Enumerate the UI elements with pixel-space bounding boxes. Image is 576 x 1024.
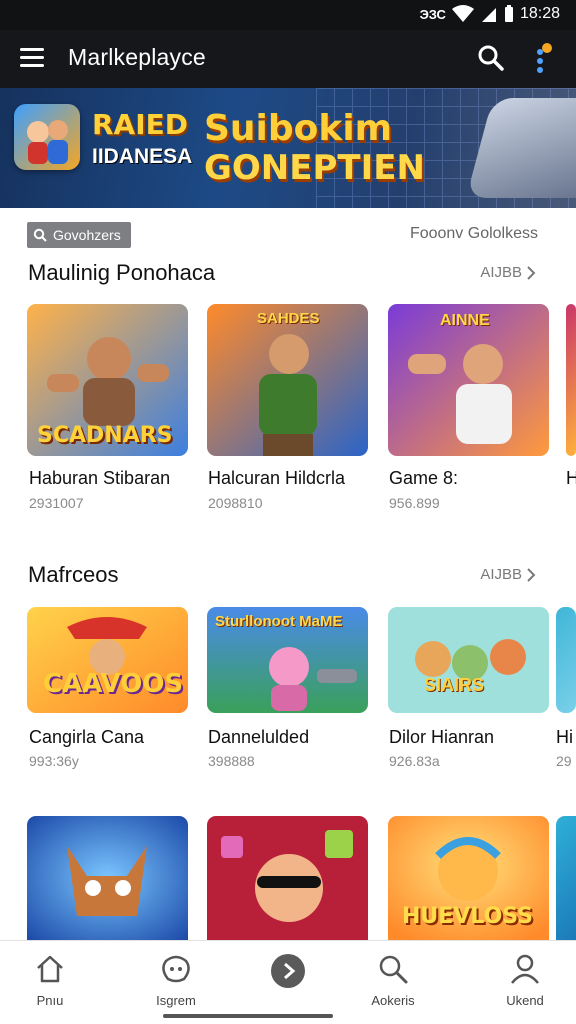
game-tile[interactable] <box>27 816 188 940</box>
promo-banner[interactable]: RAIED IIDANESA Suibokim GONEPTIEN <box>0 88 576 208</box>
game-downloads: 2098810 <box>208 495 263 511</box>
app-title: Marlkeplayce <box>68 44 206 70</box>
games-icon <box>162 955 190 983</box>
game-tile-partial[interactable] <box>566 304 576 456</box>
notification-dot <box>542 43 552 53</box>
nav-item-search[interactable]: Aokeris <box>353 953 433 1008</box>
game-title: Dilor Hianran <box>389 727 495 747</box>
nav-item-games[interactable]: Isgrem <box>136 953 216 1008</box>
game-title: Game 8: <box>389 468 459 488</box>
game-title: Cangirla Cana <box>29 727 145 747</box>
section-title-1: Maulinig Ponohaca <box>28 260 216 285</box>
status-icons: ЭЗС 18:28 <box>420 5 560 23</box>
game-art-text: SIAIRS <box>424 675 485 695</box>
bottom-navigation: Pnıu Isgrem Aokeris Ukend <box>0 940 576 1024</box>
game-downloads: 2931007 <box>29 495 84 511</box>
game-art-text: HUEVLOSS <box>402 904 533 929</box>
search-icon <box>33 228 47 242</box>
game-downloads: 398888 <box>208 753 255 769</box>
section-title-2: Mafrceos <box>28 562 119 587</box>
game-title: Dannelulded <box>208 727 310 747</box>
nav-label: Isgrem <box>156 993 196 1008</box>
game-art-text: SCADNARS <box>37 423 173 448</box>
more-vertical-icon[interactable] <box>532 42 556 76</box>
nav-label: Pnıu <box>36 993 64 1008</box>
game-title: Halcuran Hildcrla <box>208 468 346 488</box>
see-all-link-2[interactable]: AIJBB <box>480 566 536 583</box>
status-bar: ЭЗС 18:28 <box>0 0 576 30</box>
game-downloads: 926.83a <box>389 753 440 769</box>
game-tile[interactable]: AINNE <box>388 304 549 456</box>
game-artwork <box>566 304 576 456</box>
network-label: ЭЗС <box>419 6 446 22</box>
clock: 18:28 <box>519 5 560 22</box>
game-tile[interactable]: SAHDES <box>207 304 368 456</box>
game-downloads: 993:36y <box>29 753 79 769</box>
game-artwork <box>388 607 549 713</box>
signal-icon <box>481 8 496 22</box>
game-artwork <box>556 607 576 713</box>
profile-icon <box>511 954 539 984</box>
nav-label: Aokeris <box>371 993 415 1008</box>
game-artwork <box>27 816 188 940</box>
search-icon[interactable] <box>476 43 506 73</box>
game-tile[interactable]: CAAVOOS <box>27 607 188 713</box>
see-all-label: AIJBB <box>480 264 522 281</box>
game-downloads: 956.899 <box>389 495 440 511</box>
game-art-text: SAHDES <box>257 310 320 327</box>
game-art-text: CAAVOOS <box>43 669 184 699</box>
game-title: Haburan Stibaran <box>29 468 171 488</box>
wifi-icon <box>451 5 474 22</box>
hamburger-menu-icon[interactable] <box>20 46 46 70</box>
home-icon <box>37 955 63 983</box>
game-tile-partial[interactable] <box>556 816 576 940</box>
battery-icon <box>504 5 513 22</box>
filter-right-label[interactable]: Fooonv Gololkess <box>410 225 538 243</box>
banner-headline-line-2: GONEPTIEN <box>204 148 425 188</box>
game-tile[interactable]: SCADNARS <box>27 304 188 456</box>
nav-item-play[interactable] <box>248 953 328 997</box>
game-artwork <box>556 816 576 940</box>
chevron-right-icon <box>527 265 536 280</box>
nav-item-home[interactable]: Pnıu <box>10 953 90 1008</box>
game-tile[interactable] <box>207 816 368 940</box>
filter-chip[interactable]: Govohzers <box>27 222 131 248</box>
see-all-link-1[interactable]: AIJBB <box>480 264 536 281</box>
game-artwork <box>207 816 368 940</box>
nav-item-profile[interactable]: Ukend <box>485 953 565 1008</box>
chevron-right-icon <box>527 567 536 582</box>
filter-chip-label: Govohzers <box>53 227 121 243</box>
game-tile[interactable]: SIAIRS <box>388 607 549 713</box>
banner-brand-line-2: IIDANESA <box>92 145 193 168</box>
nav-label: Ukend <box>506 993 544 1008</box>
game-title: Hi <box>556 727 573 747</box>
banner-headline-line-1: Suibokim <box>204 108 393 149</box>
game-downloads: 29 <box>556 753 572 769</box>
see-all-label: AIJBB <box>480 566 522 583</box>
search-icon <box>379 955 408 984</box>
app-bar: Marlkeplayce <box>0 30 576 88</box>
banner-brand-line-1: RAIED <box>92 108 189 141</box>
game-tile[interactable]: HUEVLOSS <box>388 816 549 940</box>
game-tile[interactable]: Sturllonoot MaME <box>207 607 368 713</box>
home-indicator[interactable] <box>163 1014 333 1018</box>
game-art-text: AINNE <box>440 312 490 329</box>
game-tile-partial[interactable] <box>556 607 576 713</box>
banner-game-icon <box>14 104 80 170</box>
game-art-text: Sturllonoot MaME <box>215 613 343 630</box>
game-title: H <box>566 468 576 488</box>
play-circle-icon <box>271 954 305 988</box>
